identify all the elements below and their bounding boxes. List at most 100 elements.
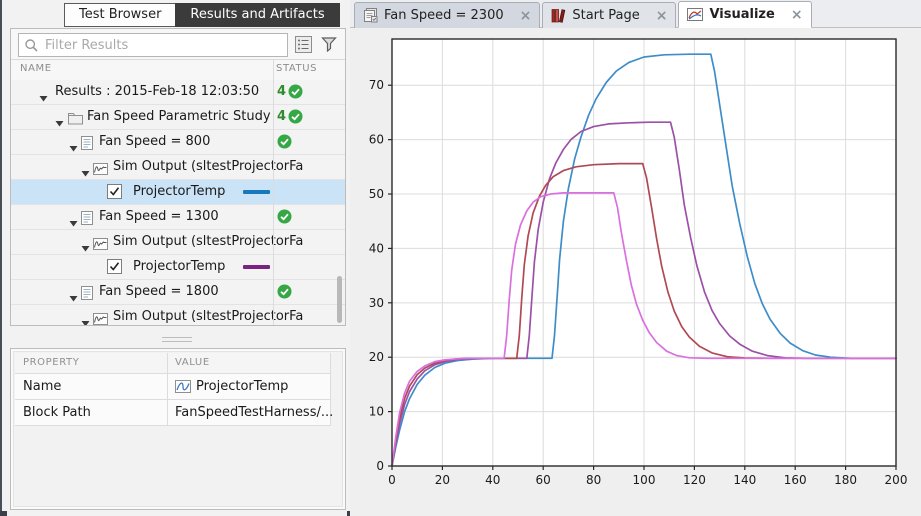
scrollbar-thumb[interactable] [337, 276, 342, 323]
tab-results-and-artifacts[interactable]: Results and Artifacts [175, 3, 340, 27]
books-icon [552, 9, 566, 23]
tab-label: Visualize [709, 7, 775, 22]
svg-text:20: 20 [435, 473, 450, 487]
tree-row-1[interactable]: Fan Speed Parametric Study 4 [11, 105, 345, 130]
tree-row-0[interactable]: Results : 2015-Feb-18 12:03:50 4 [11, 80, 345, 105]
tree-row-4[interactable]: ProjectorTemp [11, 180, 345, 205]
left-tabbar: Test Browser Results and Artifacts [64, 3, 340, 27]
svg-text:120: 120 [683, 473, 706, 487]
signal-icon [93, 235, 108, 254]
tree-row-2[interactable]: Fan Speed = 800 [11, 130, 345, 155]
line-color-swatch [243, 265, 270, 269]
chart-area: 0 20 40 60 80 100 120 140 160 180 200 0 10 20 30 40 50 60… [350, 28, 921, 516]
tree-row-label: Fan Speed = 800 [99, 134, 211, 149]
property-panel-inner: PROPERTY VALUE Name ProjectorTemp Block … [13, 351, 343, 507]
svg-text:50: 50 [369, 187, 384, 201]
status-cell [274, 255, 345, 279]
filter-results-input[interactable] [43, 36, 287, 54]
filter-button[interactable] [318, 33, 340, 55]
filter-row [11, 29, 345, 59]
results-pane: Test Browser Results and Artifacts Filte… [7, 0, 347, 516]
tree-row-5[interactable]: Fan Speed = 1300 [11, 205, 345, 230]
svg-text:140: 140 [733, 473, 756, 487]
document-pane: Fan Speed = 2300 × Start Page × Visualiz… [350, 0, 921, 516]
svg-text:180: 180 [834, 473, 857, 487]
filter-results-box[interactable] [18, 33, 288, 57]
tab-visualize[interactable]: Visualize × [678, 1, 812, 28]
column-header-name: NAME [20, 63, 52, 74]
svg-text:30: 30 [369, 296, 384, 310]
panel-splitter[interactable] [10, 332, 344, 346]
signal-checkbox[interactable] [107, 184, 122, 203]
tree-row-9[interactable]: Sim Output (sltestProjectorFa [11, 305, 345, 325]
column-header-status: STATUS [276, 63, 318, 74]
tab-test-browser[interactable]: Test Browser [64, 3, 176, 27]
property-row-0: Name ProjectorTemp [15, 374, 331, 400]
svg-text:10: 10 [369, 405, 384, 419]
tab-label: Fan Speed = 2300 [384, 8, 504, 23]
tree-scrollbar[interactable] [337, 80, 343, 323]
status-cell [274, 155, 345, 179]
svg-text:200: 200 [885, 473, 908, 487]
tree-row-label: ProjectorTemp [133, 184, 226, 199]
signal-icon [93, 160, 108, 179]
pass-icon [288, 109, 303, 128]
report-icon [364, 8, 378, 23]
tree-row-3[interactable]: Sim Output (sltestProjectorFa [11, 155, 345, 180]
close-icon[interactable]: × [656, 9, 668, 23]
property-name: Block Path [23, 405, 91, 420]
search-icon [25, 38, 38, 52]
svg-text:40: 40 [369, 241, 384, 255]
close-icon[interactable]: × [791, 8, 803, 22]
line-color-swatch [243, 190, 270, 194]
status-cell [274, 205, 345, 229]
property-panel: PROPERTY VALUE Name ProjectorTemp Block … [10, 348, 346, 510]
expander-icon[interactable] [81, 313, 90, 325]
svg-text:80: 80 [586, 473, 601, 487]
svg-text:20: 20 [369, 350, 384, 364]
svg-text:40: 40 [485, 473, 500, 487]
tab-label: Start Page [572, 8, 640, 23]
pass-icon [288, 84, 303, 103]
folder-icon [68, 110, 83, 129]
column-header-property: PROPERTY [23, 357, 80, 368]
tree-row-6[interactable]: Sim Output (sltestProjectorFa [11, 230, 345, 255]
document-icon [81, 210, 93, 229]
status-cell: 4 [274, 80, 345, 104]
funnel-icon [321, 37, 337, 52]
status-cell [274, 280, 345, 304]
document-tabbar: Fan Speed = 2300 × Start Page × Visualiz… [350, 0, 921, 28]
tab-start-page[interactable]: Start Page × [542, 2, 677, 28]
document-icon [81, 285, 93, 304]
signal-icon [93, 310, 108, 325]
property-row-1: Block Path FanSpeedTestHarness/... [15, 400, 333, 426]
column-divider [273, 59, 274, 325]
svg-text:0: 0 [388, 473, 396, 487]
property-table-header: PROPERTY VALUE [15, 353, 331, 374]
tree-row-7[interactable]: ProjectorTemp [11, 255, 345, 280]
tree-row-label: Fan Speed = 1800 [99, 284, 219, 299]
close-icon[interactable]: × [520, 9, 532, 23]
signal-checkbox[interactable] [107, 259, 122, 278]
svg-text:0: 0 [376, 459, 384, 473]
splitter-handle [162, 336, 192, 342]
status-cell [274, 130, 345, 154]
visualize-plot: 0 20 40 60 80 100 120 140 160 180 200 0 10 20 30 40 50 60… [369, 38, 908, 487]
column-header-value: VALUE [175, 357, 210, 368]
svg-text:70: 70 [369, 78, 384, 92]
tree-row-label: Fan Speed Parametric Study [87, 109, 271, 124]
list-view-icon [294, 35, 312, 53]
tree-header: NAME STATUS [11, 59, 345, 81]
tree-row-label: Results : 2015-Feb-18 12:03:50 [55, 84, 260, 99]
tree-row-8[interactable]: Fan Speed = 1800 [11, 280, 345, 305]
pass-count: 4 [277, 109, 287, 124]
status-cell [274, 230, 345, 254]
property-name: Name [23, 379, 62, 394]
tree-row-label: ProjectorTemp [133, 259, 226, 274]
status-cell [274, 180, 345, 204]
document-icon [81, 135, 93, 154]
list-view-button[interactable] [292, 33, 314, 55]
results-tree: Results : 2015-Feb-18 12:03:50 4 Fan Speed… [11, 80, 345, 325]
tab-fan-speed-2300[interactable]: Fan Speed = 2300 × [354, 2, 541, 28]
pass-icon [277, 134, 292, 153]
